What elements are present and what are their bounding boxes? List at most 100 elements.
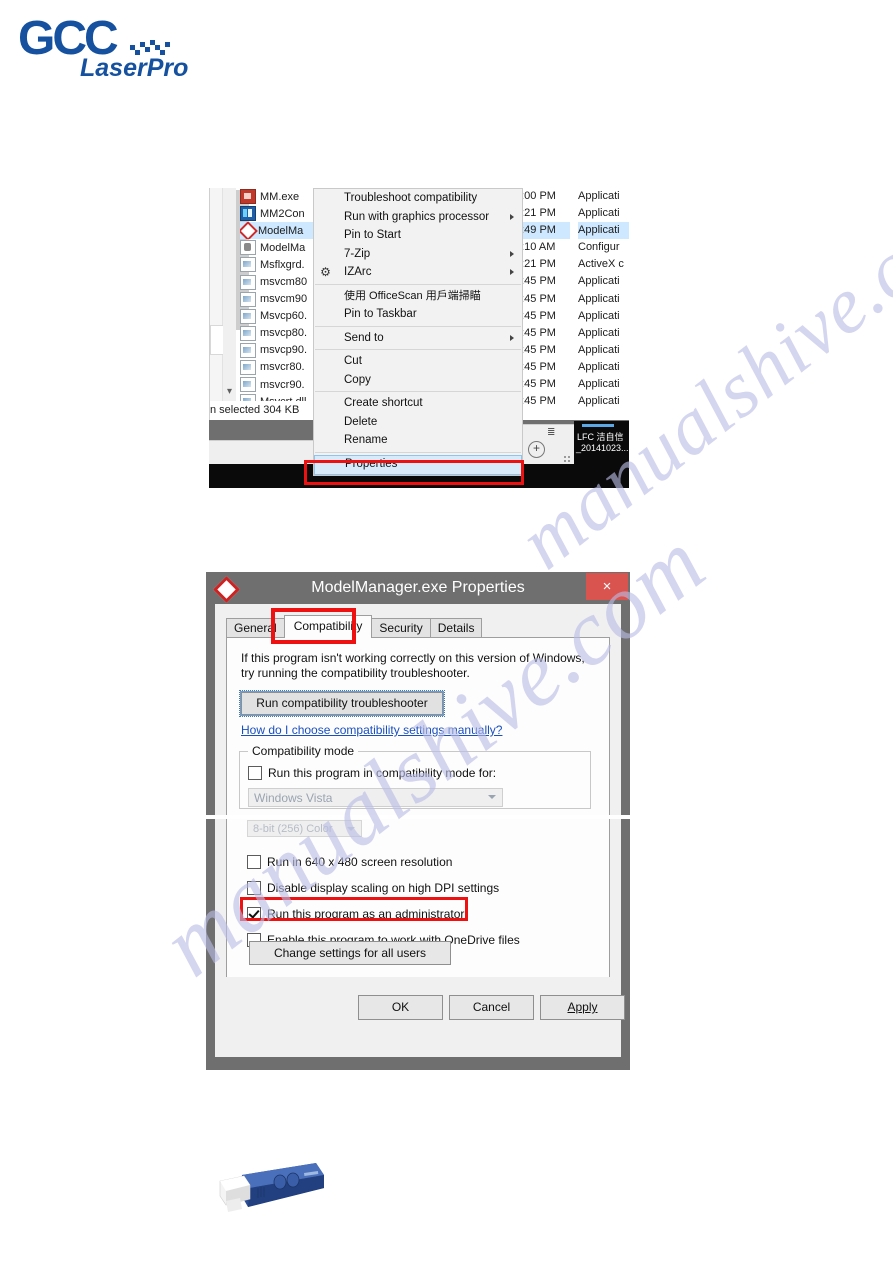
scroll-down-arrow-icon[interactable]: ▾ xyxy=(223,384,236,400)
laser-machine-photo xyxy=(214,1155,326,1221)
compatibility-mode-group: Compatibility mode Run this program in c… xyxy=(239,744,591,809)
menu-item-izarc[interactable]: ⚙ IZArc xyxy=(314,263,522,282)
menu-item-label: IZArc xyxy=(344,266,372,278)
file-time: 3:21 PM xyxy=(515,258,556,271)
submenu-arrow-icon xyxy=(510,334,514,341)
compatibility-mode-checkbox[interactable]: Run this program in compatibility mode f… xyxy=(248,766,496,780)
submenu-arrow-icon xyxy=(510,213,514,220)
menu-separator xyxy=(315,349,521,350)
checkbox-box[interactable] xyxy=(248,766,262,780)
file-name: msvcr80. xyxy=(260,361,305,374)
menu-item-label: Troubleshoot compatibility xyxy=(344,192,478,204)
file-name: msvcp90. xyxy=(260,344,308,357)
document-icon xyxy=(240,377,256,393)
file-name: msvcr90. xyxy=(260,378,305,391)
file-type: Applicati xyxy=(578,190,620,202)
intro-line-1: If this program isn't working correctly … xyxy=(241,651,585,665)
checkbox-box[interactable] xyxy=(247,855,261,869)
dialog-titlebar: ModelManager.exe Properties × xyxy=(206,572,630,604)
file-type: Applicati xyxy=(578,395,620,408)
compatibility-tab-highlight-box xyxy=(271,608,356,644)
disable-dpi-scaling-checkbox[interactable]: Disable display scaling on high DPI sett… xyxy=(247,881,499,895)
thumbnail-label-line2: _20141023.... xyxy=(576,443,629,453)
blue-exe-icon xyxy=(240,206,256,222)
menu-item-run-with-graphics-processor[interactable]: Run with graphics processor xyxy=(314,208,522,227)
menu-separator xyxy=(315,451,521,453)
color-mode-select[interactable]: 8-bit (256) Color xyxy=(247,820,362,837)
checkbox-label: Run this program in compatibility mode f… xyxy=(268,766,497,780)
file-name: ModelMa xyxy=(258,224,304,237)
menu-separator xyxy=(315,283,521,285)
apply-button[interactable]: Apply xyxy=(540,995,625,1020)
menu-item-label: Rename xyxy=(344,434,388,446)
menu-item-label: Run with graphics processor xyxy=(344,210,490,223)
logo-svg: GCC LaserPro xyxy=(18,12,188,82)
dialog-lower-body: 8-bit (256) Color Run in 640 x 480 scree… xyxy=(215,819,625,1057)
checkbox-label: Disable display scaling on high DPI sett… xyxy=(267,881,500,895)
file-type: Applicati xyxy=(578,326,620,339)
tab-details[interactable]: Details xyxy=(429,618,483,638)
context-menu[interactable]: Troubleshoot compatibility Run with grap… xyxy=(313,188,523,476)
resize-grip-icon[interactable] xyxy=(563,455,572,464)
document-icon xyxy=(240,308,256,324)
checkbox-box[interactable] xyxy=(247,881,261,895)
menu-separator xyxy=(315,325,521,327)
menu-item-pin-to-start[interactable]: Pin to Start xyxy=(314,226,522,245)
menu-item-label: Send to xyxy=(344,331,384,344)
file-time: 6:45 PM xyxy=(515,292,556,305)
menu-item-copy[interactable]: Copy xyxy=(314,371,522,390)
file-type: ActiveX c xyxy=(578,258,624,271)
setting-row[interactable]: Run in 640 x 480 screen resolution xyxy=(247,849,587,875)
menu-item-label: Delete xyxy=(344,415,378,428)
menu-item-label: 7-Zip xyxy=(344,247,371,260)
document-icon xyxy=(240,325,256,341)
zoom-widget[interactable]: + ≣ xyxy=(522,424,576,468)
menu-item-pin-to-taskbar[interactable]: Pin to Taskbar xyxy=(314,305,522,324)
gear-icon xyxy=(240,240,256,256)
cancel-button[interactable]: Cancel xyxy=(449,995,534,1020)
tab-security[interactable]: Security xyxy=(371,618,431,638)
file-name: MM.exe xyxy=(260,190,300,203)
dialog-title: ModelManager.exe Properties xyxy=(311,579,525,596)
submenu-arrow-icon xyxy=(510,250,514,257)
menu-item-cut[interactable]: Cut xyxy=(314,352,522,371)
change-settings-for-all-users-button[interactable]: Change settings for all users xyxy=(249,941,451,965)
compatibility-help-link[interactable]: How do I choose compatibility settings m… xyxy=(241,723,502,737)
izarc-icon: ⚙ xyxy=(320,265,331,279)
run-640x480-checkbox[interactable]: Run in 640 x 480 screen resolution xyxy=(247,855,452,869)
file-type: Applicati xyxy=(578,309,620,322)
explorer-scrollbar-track[interactable] xyxy=(223,188,249,401)
menu-item-create-shortcut[interactable]: Create shortcut xyxy=(314,394,522,413)
menu-item-send-to[interactable]: Send to xyxy=(314,329,522,348)
intro-line-2: try running the compatibility troublesho… xyxy=(241,666,470,680)
ok-button[interactable]: OK xyxy=(358,995,443,1020)
taskbar-thumbnail[interactable]: LFC 洁自信 _20141023.... xyxy=(574,421,629,468)
intro-text: If this program isn't working correctly … xyxy=(241,651,601,681)
run-as-administrator-highlight-box xyxy=(240,897,468,921)
document-icon xyxy=(240,359,256,375)
menu-item-label: Pin to Taskbar xyxy=(344,308,417,320)
menu-item-7zip[interactable]: 7-Zip xyxy=(314,245,522,264)
compatibility-os-select[interactable]: Windows Vista xyxy=(248,788,503,807)
menu-item-label: Create shortcut xyxy=(344,397,423,409)
menu-item-rename[interactable]: Rename xyxy=(314,431,522,450)
run-compatibility-troubleshooter-button[interactable]: Run compatibility troubleshooter xyxy=(239,690,445,717)
properties-dialog-figure: ModelManager.exe Properties × General Co… xyxy=(206,572,630,1070)
file-type: Applicati xyxy=(578,207,620,220)
gcc-laserpro-logo: GCC LaserPro xyxy=(10,10,205,82)
color-mode-value: 8-bit (256) Color xyxy=(253,823,333,835)
menu-item-troubleshoot-compatibility[interactable]: Troubleshoot compatibility xyxy=(314,189,522,208)
thumbnail-label-line1: LFC 洁自信 xyxy=(577,432,624,442)
document-icon xyxy=(240,257,256,273)
thumbnail-titlebar xyxy=(582,424,614,427)
zoom-in-icon[interactable]: + xyxy=(528,441,545,458)
menu-item-officescan-scan[interactable]: 使用 OfficeScan 用戶端掃瞄 xyxy=(314,287,522,306)
close-icon[interactable]: × xyxy=(586,573,628,600)
file-type: Applicati xyxy=(578,378,620,391)
file-name: ModelMa xyxy=(260,241,306,254)
file-name: msvcm90 xyxy=(260,293,308,306)
file-type: Applicati xyxy=(578,343,620,356)
menu-item-label: 使用 OfficeScan 用戶端掃瞄 xyxy=(344,289,481,302)
file-type: Applicati xyxy=(578,360,620,373)
menu-item-delete[interactable]: Delete xyxy=(314,413,522,432)
